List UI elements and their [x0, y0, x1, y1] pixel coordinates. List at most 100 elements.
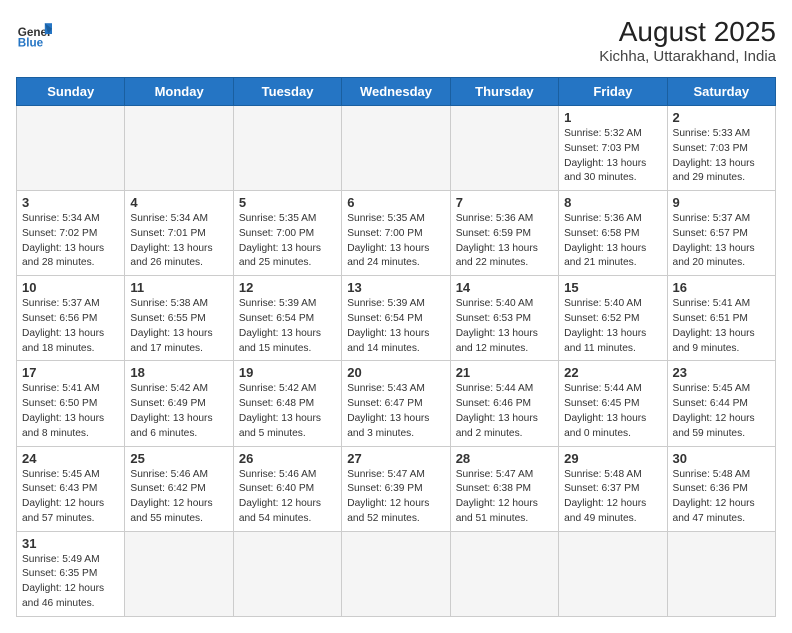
day-info: Sunrise: 5:37 AM Sunset: 6:57 PM Dayligh…: [673, 212, 770, 271]
day-info: Sunrise: 5:47 AM Sunset: 6:38 PM Dayligh…: [456, 468, 553, 527]
calendar-cell: [125, 531, 233, 616]
calendar-cell: [17, 106, 125, 191]
day-number: 1: [564, 110, 661, 125]
day-number: 31: [22, 536, 119, 551]
day-info: Sunrise: 5:45 AM Sunset: 6:43 PM Dayligh…: [22, 468, 119, 527]
day-number: 27: [347, 451, 444, 466]
calendar-cell: 12 Sunrise: 5:39 AM Sunset: 6:54 PM Dayli…: [233, 276, 341, 361]
calendar-cell: 15 Sunrise: 5:40 AM Sunset: 6:52 PM Dayli…: [559, 276, 667, 361]
day-info: Sunrise: 5:46 AM Sunset: 6:40 PM Dayligh…: [239, 468, 336, 527]
calendar-cell: 6 Sunrise: 5:35 AM Sunset: 7:00 PM Daylig…: [342, 191, 450, 276]
calendar-cell: 18 Sunrise: 5:42 AM Sunset: 6:49 PM Dayli…: [125, 361, 233, 446]
calendar-cell: [342, 106, 450, 191]
day-info: Sunrise: 5:44 AM Sunset: 6:45 PM Dayligh…: [564, 382, 661, 441]
day-info: Sunrise: 5:33 AM Sunset: 7:03 PM Dayligh…: [673, 127, 770, 186]
day-info: Sunrise: 5:35 AM Sunset: 7:00 PM Dayligh…: [347, 212, 444, 271]
day-number: 9: [673, 195, 770, 210]
calendar-cell: 4Sunrise: 5:34 AM Sunset: 7:01 PM Daylig…: [125, 191, 233, 276]
day-headers-row: SundayMondayTuesdayWednesdayThursdayFrid…: [17, 78, 776, 106]
calendar-cell: 16Sunrise: 5:41 AM Sunset: 6:51 PM Dayli…: [667, 276, 775, 361]
day-number: 26: [239, 451, 336, 466]
calendar-cell: 26 Sunrise: 5:46 AM Sunset: 6:40 PM Dayli…: [233, 446, 341, 531]
day-info: Sunrise: 5:47 AM Sunset: 6:39 PM Dayligh…: [347, 468, 444, 527]
day-info: Sunrise: 5:40 AM Sunset: 6:53 PM Dayligh…: [456, 297, 553, 356]
calendar-cell: 8Sunrise: 5:36 AM Sunset: 6:58 PM Daylig…: [559, 191, 667, 276]
day-number: 6: [347, 195, 444, 210]
day-info: Sunrise: 5:35 AM Sunset: 7:00 PM Dayligh…: [239, 212, 336, 271]
day-info: Sunrise: 5:34 AM Sunset: 7:02 PM Dayligh…: [22, 212, 119, 271]
day-info: Sunrise: 5:45 AM Sunset: 6:44 PM Dayligh…: [673, 382, 770, 441]
day-number: 16: [673, 280, 770, 295]
calendar-cell: 27 Sunrise: 5:47 AM Sunset: 6:39 PM Dayli…: [342, 446, 450, 531]
day-info: Sunrise: 5:42 AM Sunset: 6:49 PM Dayligh…: [130, 382, 227, 441]
day-info: Sunrise: 5:32 AM Sunset: 7:03 PM Dayligh…: [564, 127, 661, 186]
calendar-cell: 21 Sunrise: 5:44 AM Sunset: 6:46 PM Dayli…: [450, 361, 558, 446]
calendar-cell: 7Sunrise: 5:36 AM Sunset: 6:59 PM Daylig…: [450, 191, 558, 276]
day-info: Sunrise: 5:41 AM Sunset: 6:50 PM Dayligh…: [22, 382, 119, 441]
day-info: Sunrise: 5:46 AM Sunset: 6:42 PM Dayligh…: [130, 468, 227, 527]
day-info: Sunrise: 5:40 AM Sunset: 6:52 PM Dayligh…: [564, 297, 661, 356]
calendar-cell: 9 Sunrise: 5:37 AM Sunset: 6:57 PM Daylig…: [667, 191, 775, 276]
calendar-cell: 11Sunrise: 5:38 AM Sunset: 6:55 PM Dayli…: [125, 276, 233, 361]
calendar-cell: 28 Sunrise: 5:47 AM Sunset: 6:38 PM Dayli…: [450, 446, 558, 531]
title-area: August 2025 Kichha, Uttarakhand, India: [599, 16, 776, 65]
day-header-tuesday: Tuesday: [233, 78, 341, 106]
calendar-cell: 17 Sunrise: 5:41 AM Sunset: 6:50 PM Dayli…: [17, 361, 125, 446]
day-number: 18: [130, 365, 227, 380]
day-info: Sunrise: 5:42 AM Sunset: 6:48 PM Dayligh…: [239, 382, 336, 441]
day-header-friday: Friday: [559, 78, 667, 106]
day-number: 11: [130, 280, 227, 295]
calendar-cell: [450, 106, 558, 191]
day-number: 10: [22, 280, 119, 295]
day-number: 23: [673, 365, 770, 380]
day-number: 7: [456, 195, 553, 210]
calendar-cell: 3Sunrise: 5:34 AM Sunset: 7:02 PM Daylig…: [17, 191, 125, 276]
day-number: 12: [239, 280, 336, 295]
day-number: 28: [456, 451, 553, 466]
calendar-cell: [125, 106, 233, 191]
calendar-cell: 2Sunrise: 5:33 AM Sunset: 7:03 PM Daylig…: [667, 106, 775, 191]
calendar-cell: 20 Sunrise: 5:43 AM Sunset: 6:47 PM Dayli…: [342, 361, 450, 446]
calendar-cell: 5Sunrise: 5:35 AM Sunset: 7:00 PM Daylig…: [233, 191, 341, 276]
calendar-cell: 10 Sunrise: 5:37 AM Sunset: 6:56 PM Dayli…: [17, 276, 125, 361]
calendar-cell: 31Sunrise: 5:49 AM Sunset: 6:35 PM Dayli…: [17, 531, 125, 616]
calendar-cell: [559, 531, 667, 616]
calendar-cell: 30 Sunrise: 5:48 AM Sunset: 6:36 PM Dayli…: [667, 446, 775, 531]
day-info: Sunrise: 5:44 AM Sunset: 6:46 PM Dayligh…: [456, 382, 553, 441]
calendar-cell: [342, 531, 450, 616]
day-number: 22: [564, 365, 661, 380]
calendar-cell: 24 Sunrise: 5:45 AM Sunset: 6:43 PM Dayli…: [17, 446, 125, 531]
week-row-6: 31Sunrise: 5:49 AM Sunset: 6:35 PM Dayli…: [17, 531, 776, 616]
day-number: 24: [22, 451, 119, 466]
day-info: Sunrise: 5:43 AM Sunset: 6:47 PM Dayligh…: [347, 382, 444, 441]
day-info: Sunrise: 5:48 AM Sunset: 6:36 PM Dayligh…: [673, 468, 770, 527]
logo: General Blue: [16, 16, 52, 52]
day-number: 29: [564, 451, 661, 466]
calendar-cell: [233, 106, 341, 191]
header: General Blue August 2025 Kichha, Uttarak…: [16, 16, 776, 65]
day-number: 19: [239, 365, 336, 380]
day-number: 30: [673, 451, 770, 466]
calendar-cell: 25 Sunrise: 5:46 AM Sunset: 6:42 PM Dayli…: [125, 446, 233, 531]
day-number: 21: [456, 365, 553, 380]
calendar-cell: [233, 531, 341, 616]
day-number: 15: [564, 280, 661, 295]
day-header-thursday: Thursday: [450, 78, 558, 106]
calendar-subtitle: Kichha, Uttarakhand, India: [599, 48, 776, 65]
calendar-cell: 1 Sunrise: 5:32 AM Sunset: 7:03 PM Daylig…: [559, 106, 667, 191]
day-number: 17: [22, 365, 119, 380]
day-number: 20: [347, 365, 444, 380]
calendar-cell: 13 Sunrise: 5:39 AM Sunset: 6:54 PM Dayli…: [342, 276, 450, 361]
day-number: 13: [347, 280, 444, 295]
svg-text:Blue: Blue: [18, 37, 44, 50]
day-info: Sunrise: 5:39 AM Sunset: 6:54 PM Dayligh…: [239, 297, 336, 356]
day-info: Sunrise: 5:37 AM Sunset: 6:56 PM Dayligh…: [22, 297, 119, 356]
week-row-4: 17 Sunrise: 5:41 AM Sunset: 6:50 PM Dayli…: [17, 361, 776, 446]
calendar-cell: 14Sunrise: 5:40 AM Sunset: 6:53 PM Dayli…: [450, 276, 558, 361]
week-row-3: 10 Sunrise: 5:37 AM Sunset: 6:56 PM Dayli…: [17, 276, 776, 361]
day-number: 25: [130, 451, 227, 466]
calendar-cell: 29 Sunrise: 5:48 AM Sunset: 6:37 PM Dayli…: [559, 446, 667, 531]
day-info: Sunrise: 5:36 AM Sunset: 6:58 PM Dayligh…: [564, 212, 661, 271]
day-info: Sunrise: 5:48 AM Sunset: 6:37 PM Dayligh…: [564, 468, 661, 527]
day-info: Sunrise: 5:39 AM Sunset: 6:54 PM Dayligh…: [347, 297, 444, 356]
